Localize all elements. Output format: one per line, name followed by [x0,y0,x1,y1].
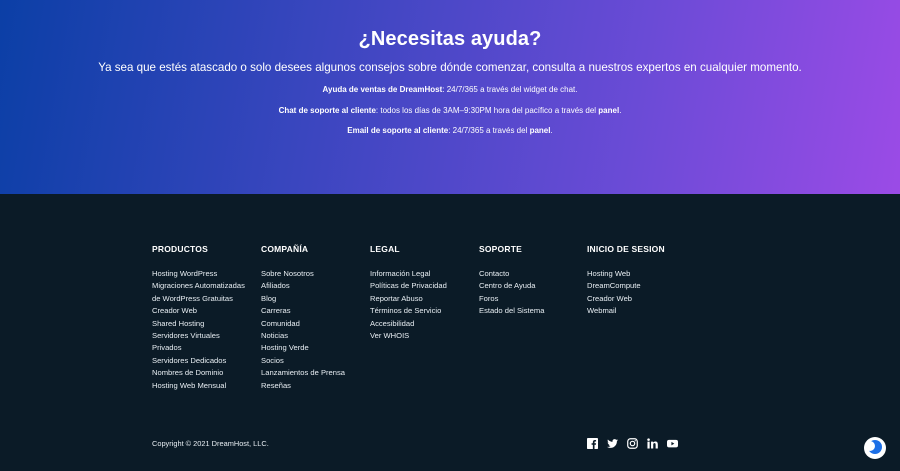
support-panel-link[interactable]: panel [598,106,619,115]
help-subtitle: Ya sea que estés atascado o solo desees … [98,61,802,74]
footer-link[interactable]: Webmail [587,305,665,317]
sales-help-line: Ayuda de ventas de DreamHost: 24/7/365 a… [0,85,900,94]
dreamhost-moon-icon [865,440,882,454]
help-title: ¿Necesitas ayuda? [358,28,542,50]
sales-help-text: : 24/7/365 a través del widget de chat. [442,85,578,94]
facebook-icon[interactable] [587,438,598,449]
twitter-icon[interactable] [607,438,618,449]
footer-link[interactable]: Lanzamientos de Prensa [261,367,345,379]
footer-link[interactable]: de WordPress Gratuitas [152,293,245,305]
instagram-icon[interactable] [627,438,638,449]
footer-column-compania: COMPAÑÍA Sobre Nosotros Afiliados Blog C… [261,244,345,392]
footer-column-legal: LEGAL Información Legal Políticas de Pri… [370,244,447,342]
footer-link[interactable]: Afiliados [261,280,345,292]
footer-link[interactable]: Privados [152,342,245,354]
footer-link[interactable]: Creador Web [152,305,245,317]
footer-link[interactable]: Blog [261,293,345,305]
copyright: Copyright © 2021 DreamHost, LLC. [152,439,269,448]
footer-link[interactable]: Nombres de Dominio [152,367,245,379]
social-links [587,438,678,449]
footer-link[interactable]: Políticas de Privacidad [370,280,447,292]
footer-link[interactable]: Hosting Verde [261,342,345,354]
support-chat-line: Chat de soporte al cliente: todos los dí… [0,106,900,115]
footer-link[interactable]: Carreras [261,305,345,317]
footer-link[interactable]: Contacto [479,268,544,280]
footer-column-inicio-de-sesion: INICIO DE SESION Hosting Web DreamComput… [587,244,665,318]
footer-column-title: COMPAÑÍA [261,244,309,254]
footer-link[interactable]: Centro de Ayuda [479,280,544,292]
footer-column-title: PRODUCTOS [152,244,208,254]
support-chat-label: Chat de soporte al cliente [278,106,376,115]
support-email-end: . [550,126,553,135]
footer-link[interactable]: DreamCompute [587,280,665,292]
footer-column-title: INICIO DE SESION [587,244,665,254]
chat-widget-button[interactable] [864,437,886,459]
site-footer: PRODUCTOS Hosting WordPress Migraciones … [0,194,900,471]
footer-link[interactable]: Comunidad [261,318,345,330]
footer-link[interactable]: Accesibilidad [370,318,447,330]
footer-link[interactable]: Sobre Nosotros [261,268,345,280]
footer-link[interactable]: Creador Web [587,293,665,305]
footer-link[interactable]: Socios [261,355,345,367]
footer-column-productos: PRODUCTOS Hosting WordPress Migraciones … [152,244,245,392]
footer-link[interactable]: Términos de Servicio [370,305,447,317]
youtube-icon[interactable] [667,438,678,449]
footer-column-title: LEGAL [370,244,400,254]
footer-link[interactable]: Migraciones Automatizadas [152,280,245,292]
footer-link[interactable]: Hosting Web [587,268,665,280]
footer-link[interactable]: Estado del Sistema [479,305,544,317]
footer-column-title: SOPORTE [479,244,522,254]
support-chat-end: . [619,106,622,115]
footer-column-soporte: SOPORTE Contacto Centro de Ayuda Foros E… [479,244,544,318]
support-email-line: Email de soporte al cliente: 24/7/365 a … [0,126,900,135]
footer-link[interactable]: Shared Hosting [152,318,245,330]
footer-link[interactable]: Información Legal [370,268,447,280]
footer-link[interactable]: Hosting WordPress [152,268,245,280]
support-email-label: Email de soporte al cliente [347,126,449,135]
footer-link[interactable]: Hosting Web Mensual [152,380,245,392]
help-section: ¿Necesitas ayuda? Ya sea que estés atasc… [0,0,900,194]
linkedin-icon[interactable] [647,438,658,449]
footer-link[interactable]: Reseñas [261,380,345,392]
footer-link[interactable]: Noticias [261,330,345,342]
footer-link[interactable]: Foros [479,293,544,305]
support-email-text: : 24/7/365 a través del [448,126,530,135]
email-panel-link[interactable]: panel [530,126,551,135]
support-chat-text: : todos los días de 3AM–9:30PM hora del … [375,106,599,115]
footer-link[interactable]: Reportar Abuso [370,293,447,305]
footer-link[interactable]: Servidores Virtuales [152,330,245,342]
footer-link[interactable]: Servidores Dedicados [152,355,245,367]
footer-link[interactable]: Ver WHOIS [370,330,447,342]
sales-help-label: Ayuda de ventas de DreamHost [322,85,443,94]
